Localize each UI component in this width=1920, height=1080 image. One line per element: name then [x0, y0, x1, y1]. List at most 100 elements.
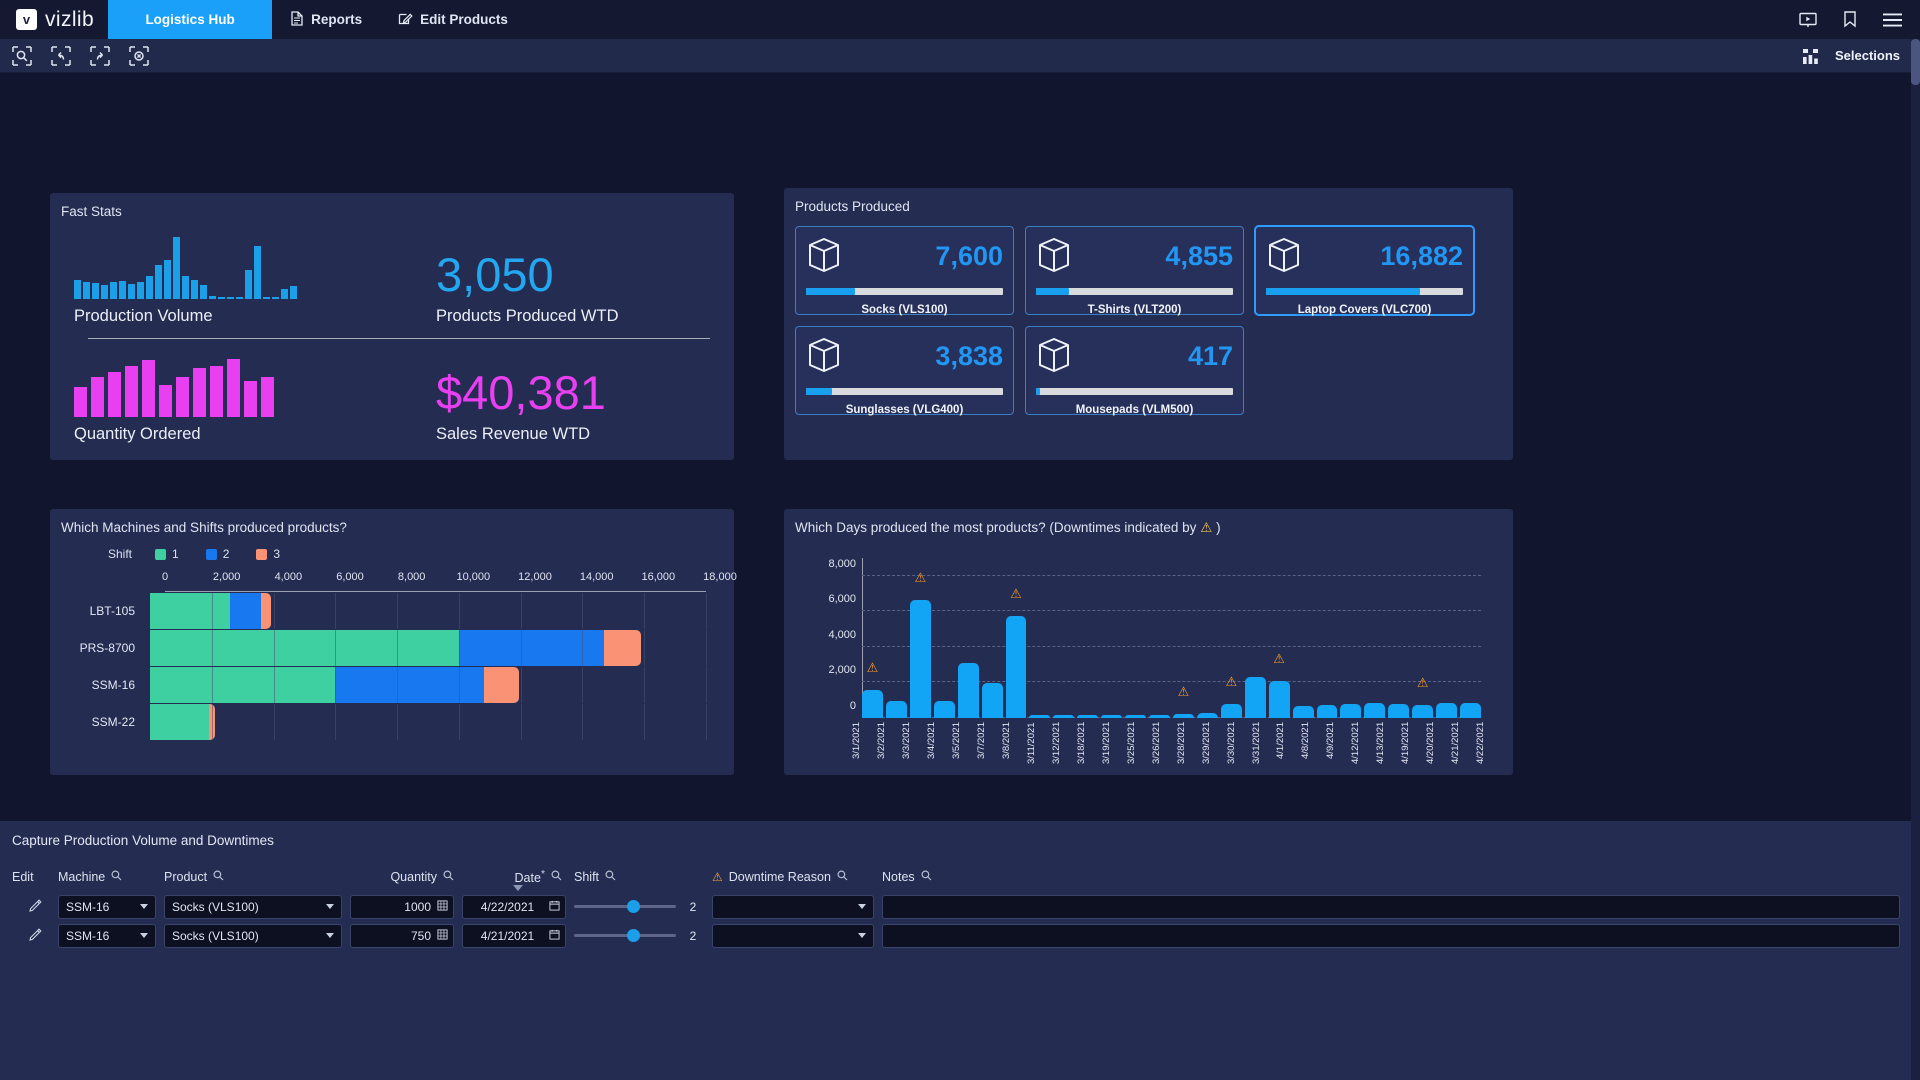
vertical-scrollbar-thumb[interactable]: [1911, 39, 1920, 85]
quantity-field-cell[interactable]: 750: [350, 923, 462, 948]
search-icon[interactable]: [837, 870, 848, 884]
capture-column-header[interactable]: ⚠ Downtime Reason: [712, 870, 882, 884]
days-bar[interactable]: [981, 683, 1003, 718]
product-kpi-tile[interactable]: 3,838 Sunglasses (VLG400): [795, 326, 1014, 416]
numpad-icon[interactable]: [437, 899, 448, 914]
product-kpi-tile[interactable]: 417 Mousepads (VLM500): [1025, 326, 1244, 416]
days-bar-column[interactable]: [1244, 558, 1266, 718]
machines-bar-row[interactable]: LBT-105: [50, 593, 720, 629]
days-bar-column[interactable]: [1292, 558, 1314, 718]
edit-icon[interactable]: [28, 927, 42, 944]
days-bar[interactable]: [1077, 714, 1099, 718]
machines-bar-segment[interactable]: [335, 667, 484, 703]
days-bar[interactable]: [1029, 714, 1051, 718]
notes-field-cell[interactable]: [882, 894, 1908, 919]
shift-slider-knob[interactable]: [627, 900, 641, 913]
days-bar-column[interactable]: ⚠: [1268, 558, 1290, 718]
capture-table-row[interactable]: SSM-16 Socks (VLS100) 750 4/21/2021 2: [12, 921, 1908, 950]
numpad-icon[interactable]: [437, 928, 448, 943]
days-bar[interactable]: [1388, 703, 1410, 718]
days-bar[interactable]: [1053, 714, 1075, 718]
days-bar-column[interactable]: [1196, 558, 1218, 718]
days-bar-column[interactable]: [933, 558, 955, 718]
tab-reports[interactable]: Reports: [272, 0, 380, 39]
days-bar[interactable]: [909, 599, 931, 718]
product-select[interactable]: Socks (VLS100): [164, 894, 342, 919]
machines-bar-segment[interactable]: [604, 630, 642, 666]
machine-select-cell[interactable]: SSM-16: [58, 894, 164, 919]
selection-forward-icon[interactable]: [90, 45, 110, 66]
date-input[interactable]: 4/22/2021: [462, 894, 566, 919]
days-bar-column[interactable]: [1388, 558, 1410, 718]
days-bar[interactable]: [1172, 714, 1194, 718]
days-bar[interactable]: [1196, 713, 1218, 718]
days-bar-column[interactable]: ⚠: [1412, 558, 1434, 718]
selections-label[interactable]: Selections: [1835, 48, 1900, 63]
days-bar[interactable]: [1005, 615, 1027, 718]
machines-bar-segment[interactable]: [150, 667, 336, 703]
days-bar-column[interactable]: [1340, 558, 1362, 718]
days-bar-column[interactable]: ⚠: [909, 558, 931, 718]
hamburger-menu-icon[interactable]: [1883, 12, 1902, 27]
days-bar[interactable]: [1436, 703, 1458, 718]
days-bar[interactable]: [1460, 703, 1481, 718]
days-bar-column[interactable]: [1029, 558, 1051, 718]
search-icon[interactable]: [551, 870, 562, 884]
tab-logistics-hub[interactable]: Logistics Hub: [108, 0, 273, 39]
calendar-icon[interactable]: [549, 929, 560, 943]
machines-bar-segment[interactable]: [261, 593, 272, 629]
days-bar[interactable]: [1244, 677, 1266, 718]
days-bar[interactable]: [1364, 703, 1386, 718]
days-bar[interactable]: [1149, 714, 1170, 718]
days-bar-column[interactable]: [1364, 558, 1386, 718]
presentation-icon[interactable]: [1799, 12, 1817, 28]
days-bar-column[interactable]: ⚠: [862, 558, 883, 718]
search-icon[interactable]: [111, 870, 122, 884]
capture-column-header[interactable]: Product: [164, 870, 350, 884]
days-bar[interactable]: [1125, 714, 1147, 718]
days-bar-column[interactable]: [1125, 558, 1147, 718]
shift-slider[interactable]: [574, 924, 676, 948]
product-kpi-tile[interactable]: 4,855 T-Shirts (VLT200): [1025, 226, 1244, 316]
selection-search-icon[interactable]: [12, 45, 32, 66]
vertical-scrollbar-track[interactable]: [1911, 39, 1920, 1080]
product-select-cell[interactable]: Socks (VLS100): [164, 894, 350, 919]
machine-select[interactable]: SSM-16: [58, 894, 156, 919]
bookmark-icon[interactable]: [1843, 11, 1857, 28]
downtime-reason-select[interactable]: [712, 923, 874, 948]
shift-legend-item[interactable]: 1: [155, 547, 179, 561]
machines-bar-segment[interactable]: [150, 630, 459, 666]
product-kpi-tile[interactable]: 7,600 Socks (VLS100): [795, 226, 1014, 316]
days-bar-column[interactable]: [885, 558, 907, 718]
product-select-cell[interactable]: Socks (VLS100): [164, 923, 350, 948]
machines-bar-segment[interactable]: [150, 704, 209, 740]
downtime-select-cell[interactable]: [712, 894, 882, 919]
days-bar-column[interactable]: [1053, 558, 1075, 718]
days-bar-column[interactable]: ⚠: [1172, 558, 1194, 718]
notes-input[interactable]: [882, 894, 1900, 919]
days-bar[interactable]: [1292, 705, 1314, 718]
notes-input[interactable]: [882, 923, 1900, 948]
date-field-cell[interactable]: 4/22/2021: [462, 884, 574, 919]
machines-bar-row[interactable]: SSM-16: [50, 667, 720, 703]
days-bar[interactable]: [1101, 714, 1123, 718]
machines-bar-segment[interactable]: [150, 593, 231, 629]
search-icon[interactable]: [443, 870, 454, 884]
capture-column-header[interactable]: Notes: [882, 870, 1908, 884]
shift-slider[interactable]: [574, 895, 676, 919]
capture-column-header[interactable]: Shift: [574, 870, 712, 884]
shift-slider-knob[interactable]: [627, 929, 641, 942]
capture-column-header[interactable]: Quantity: [350, 870, 462, 884]
shift-slider-cell[interactable]: 2: [574, 895, 712, 919]
days-bar[interactable]: [1220, 703, 1242, 718]
quantity-input[interactable]: 750: [350, 923, 454, 948]
days-bar[interactable]: [1316, 704, 1338, 718]
days-bar[interactable]: [957, 662, 979, 718]
machines-bar-row[interactable]: PRS-8700: [50, 630, 720, 666]
shift-legend-item[interactable]: 3: [256, 547, 280, 561]
row-edit-cell[interactable]: [12, 898, 58, 915]
days-bar-column[interactable]: [1149, 558, 1170, 718]
days-bar-column[interactable]: [1101, 558, 1123, 718]
capture-column-header[interactable]: Edit: [12, 870, 58, 884]
selection-clear-icon[interactable]: [129, 45, 149, 66]
